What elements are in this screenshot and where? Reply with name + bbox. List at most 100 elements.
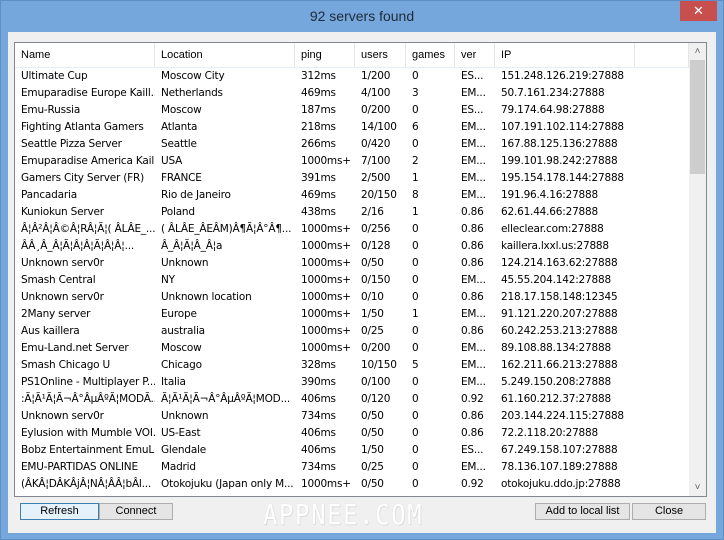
column-header-users[interactable]: users [355, 43, 406, 67]
table-row[interactable]: Smash Central NY 1000ms+ 0/150 0 EM... 45.55.2… [15, 272, 689, 289]
close-window-button[interactable]: ✕ [680, 1, 717, 21]
cell-users: 0/120 [361, 393, 391, 405]
table-row[interactable]: Seattle Pizza Server Seattle 266ms 0/420 0 EM… [15, 136, 689, 153]
cell-users: 0/50 [361, 478, 384, 490]
table-row[interactable]: PS1Online - Multiplayer P... Italia 390ms 0… [15, 374, 689, 391]
cell-games: 3 [412, 87, 419, 99]
column-header-ip[interactable]: IP [495, 43, 635, 67]
cell-games: 5 [412, 359, 419, 371]
cell-name: Pancadaria [21, 189, 77, 201]
table-row[interactable]: Emu-Russia Moscow 187ms 0/200 0 ES... 79.174.6… [15, 102, 689, 119]
column-header-name[interactable]: Name [15, 43, 155, 67]
cell-users: 0/50 [361, 257, 384, 269]
table-row[interactable]: Emuparadise Europe Kaill... Netherlands 46… [15, 85, 689, 102]
cell-location: Otokojuku (Japan only M... [161, 478, 294, 490]
cell-location: Glendale [161, 444, 207, 456]
cell-ver: EM... [461, 172, 486, 184]
table-row[interactable]: EMU-PARTIDAS ONLINE Madrid 734ms 0/25 0 EM...… [15, 459, 689, 476]
chevron-up-icon: ˄ [694, 46, 701, 57]
table-row[interactable]: Ultimate Cup Moscow City 312ms 1/200 0 ES... 1… [15, 68, 689, 85]
scroll-up-button[interactable]: ˄ [689, 43, 706, 60]
table-row[interactable]: Fighting Atlanta Gamers Atlanta 218ms 14/10… [15, 119, 689, 136]
table-row[interactable]: Emu-Land.net Server Moscow 1000ms+ 0/200 0 EM… [15, 340, 689, 357]
cell-users: 0/128 [361, 240, 391, 252]
refresh-button[interactable]: Refresh [20, 503, 99, 520]
vertical-scrollbar[interactable]: ˄ ˅ [689, 43, 706, 496]
scrollbar-thumb[interactable] [690, 60, 705, 174]
cell-games: 0 [412, 257, 419, 269]
cell-location: Europe [161, 308, 197, 320]
table-row[interactable]: Bobz Entertainment EmuL... Glendale 406ms 1… [15, 442, 689, 459]
table-row[interactable]: Gamers City Server (FR) FRANCE 391ms 2/500 1… [15, 170, 689, 187]
close-button[interactable]: Close [632, 503, 706, 520]
column-header-location[interactable]: Location [155, 43, 295, 67]
cell-ver: ES... [461, 70, 484, 82]
cell-games: 0 [412, 104, 419, 116]
cell-ip: 151.248.126.219:27888 [501, 70, 624, 82]
close-icon: ✕ [693, 3, 704, 18]
cell-ver: 0.92 [461, 478, 484, 490]
cell-name: Fighting Atlanta Gamers [21, 121, 144, 133]
column-header-ping[interactable]: ping [295, 43, 355, 67]
cell-ip: 79.174.64.98:27888 [501, 104, 605, 116]
table-row[interactable]: Aus kaillera australia 1000ms+ 0/25 0 0.86 60.… [15, 323, 689, 340]
cell-ip: 72.2.118.20:27888 [501, 427, 598, 439]
cell-name: EMU-PARTIDAS ONLINE [21, 461, 138, 473]
cell-ip: 91.121.220.207:27888 [501, 308, 618, 320]
cell-games: 0 [412, 138, 419, 150]
cell-ping: 390ms [301, 376, 336, 388]
cell-location: US-East [161, 427, 201, 439]
cell-location: Rio de Janeiro [161, 189, 231, 201]
table-row[interactable]: :Ã¦Ã¹Ã¦Ã¬Â°ÂµÂºÃ¦MODÃ... Ã¦Ã¹Ã¦Ã¬Â°ÂµÂºÃ¦… [15, 391, 689, 408]
table-row[interactable]: Pancadaria Rio de Janeiro 469ms 20/150 8 EM..… [15, 187, 689, 204]
table-row[interactable]: ÂÂ¸Â_Â¦Ã¦Â¦Â¦Ã¦Â¦Â¦... Â_Â¦Ã¦Â_Â¦a 1000ms+… [15, 238, 689, 255]
cell-ping: 1000ms+ [301, 342, 351, 354]
cell-location: Â_Â¦Ã¦Â_Â¦a [161, 240, 223, 252]
cell-location: Unknown [161, 257, 209, 269]
cell-ip: 62.61.44.66:27888 [501, 206, 598, 218]
cell-ping: 1000ms+ [301, 155, 351, 167]
table-row[interactable]: Eylusion with Mumble VOI... US-East 406ms 0… [15, 425, 689, 442]
cell-ver: 0.86 [461, 206, 484, 218]
cell-users: 0/25 [361, 461, 384, 473]
cell-ver: 0.86 [461, 410, 484, 422]
cell-ip: 195.154.178.144:27888 [501, 172, 624, 184]
client-area: Name Location ping users games ver IP Ul… [8, 32, 716, 533]
cell-users: 7/100 [361, 155, 391, 167]
cell-name: Unknown serv0r [21, 291, 104, 303]
title-bar[interactable]: 92 servers found ✕ [1, 1, 723, 32]
cell-ip: 61.160.212.37:27888 [501, 393, 611, 405]
scroll-down-button[interactable]: ˅ [689, 479, 706, 496]
list-rows: Ultimate Cup Moscow City 312ms 1/200 0 ES... 1… [15, 68, 689, 493]
list-header: Name Location ping users games ver IP [15, 43, 689, 68]
cell-location: Moscow [161, 342, 202, 354]
cell-ver: ES... [461, 104, 484, 116]
cell-games: 0 [412, 427, 419, 439]
cell-ip: 203.144.224.115:27888 [501, 410, 624, 422]
cell-name: Emu-Russia [21, 104, 81, 116]
cell-name: Bobz Entertainment EmuL... [21, 444, 155, 456]
column-header-games[interactable]: games [406, 43, 455, 67]
table-row[interactable]: Smash Chicago U Chicago 328ms 10/150 5 EM... 1… [15, 357, 689, 374]
server-list[interactable]: Name Location ping users games ver IP Ul… [14, 42, 707, 497]
cell-users: 2/16 [361, 206, 384, 218]
connect-button[interactable]: Connect [99, 503, 173, 520]
cell-name: Smash Central [21, 274, 96, 286]
table-row[interactable]: Unknown serv0r Unknown 1000ms+ 0/50 0 0.86 124… [15, 255, 689, 272]
add-to-local-list-button[interactable]: Add to local list [535, 503, 630, 520]
table-row[interactable]: (ÂKÂ¦DÂKÂjÂ¦NÂ¦ÂÂ¦bÂl... Otokojuku (Japan… [15, 476, 689, 493]
cell-ping: 1000ms+ [301, 223, 351, 235]
cell-location: Poland [161, 206, 195, 218]
cell-games: 1 [412, 172, 419, 184]
cell-ver: EM... [461, 308, 486, 320]
cell-games: 0 [412, 444, 419, 456]
table-row[interactable]: Emuparadise America Kail... USA 1000ms+ 7/1… [15, 153, 689, 170]
table-row[interactable]: Unknown serv0r Unknown location 1000ms+ 0/1… [15, 289, 689, 306]
column-header-ver[interactable]: ver [455, 43, 495, 67]
table-row[interactable]: Kuniokun Server Poland 438ms 2/16 1 0.86 62.61… [15, 204, 689, 221]
table-row[interactable]: 2Many server Europe 1000ms+ 1/50 1 EM... 91.12… [15, 306, 689, 323]
cell-ping: 1000ms+ [301, 274, 351, 286]
table-row[interactable]: Unknown serv0r Unknown 734ms 0/50 0 0.86 203.1… [15, 408, 689, 425]
table-row[interactable]: Â¦Â²Â¦Â©Â¦RÂ¦Ã¦( ÂLÂE_... ( ÂLÂE_ÂEÂM)Â¶Ã… [15, 221, 689, 238]
cell-ver: ES... [461, 444, 484, 456]
